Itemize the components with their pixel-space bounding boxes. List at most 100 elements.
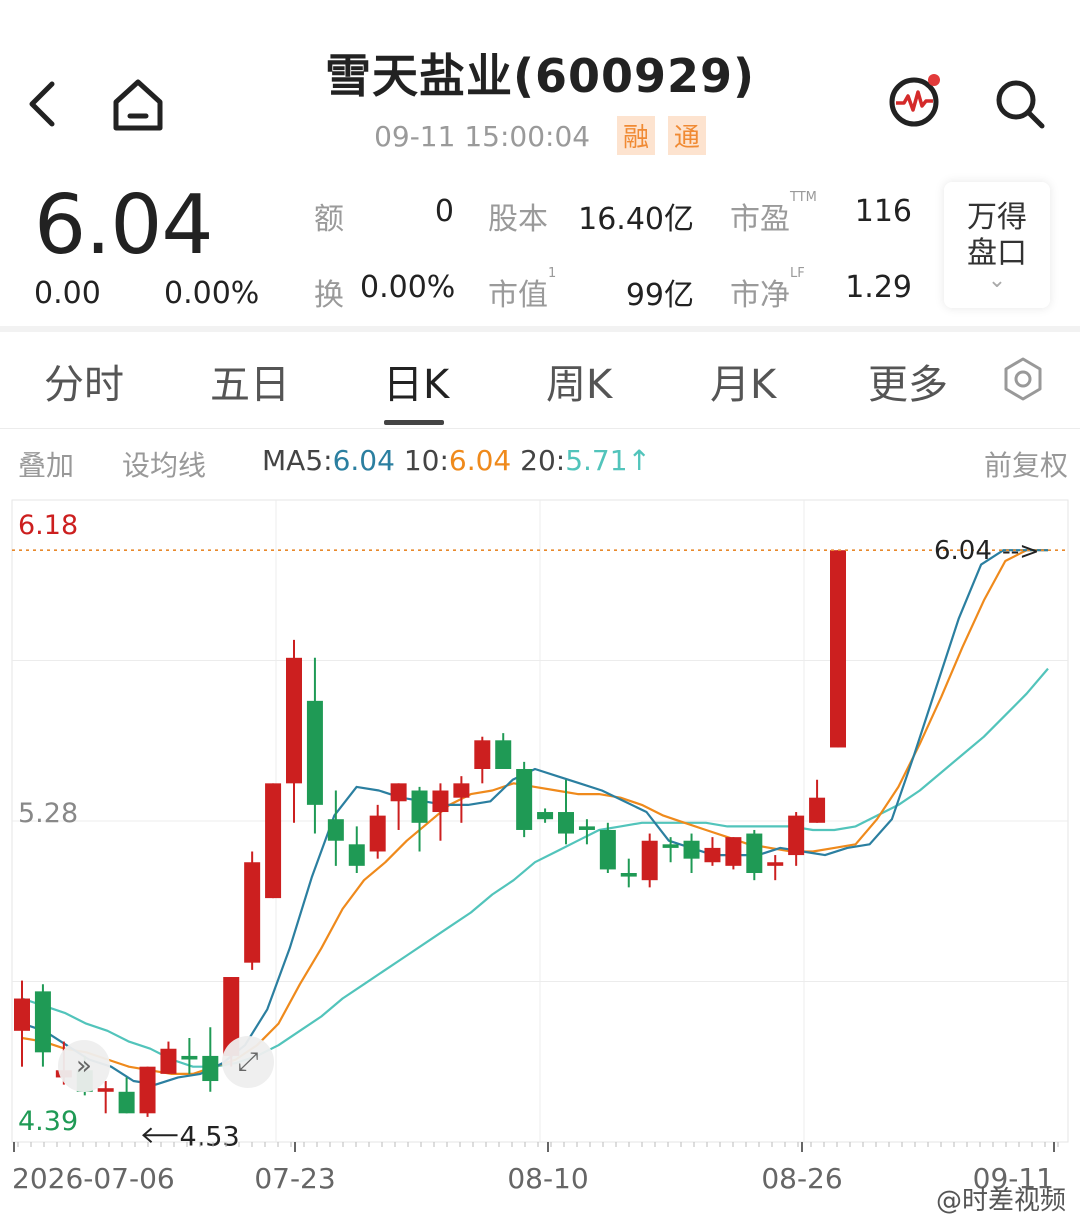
candle-body <box>809 797 826 823</box>
last-price-marker: 6.04 <box>934 536 992 566</box>
turnover-value: 0.00% <box>360 270 456 305</box>
price-change-pct: 0.00% <box>164 276 260 311</box>
ma-lines <box>21 549 1049 1086</box>
ma20-line <box>21 667 1049 1068</box>
candle-body <box>348 844 365 866</box>
x-axis-label: 2026-07-06 <box>12 1162 175 1195</box>
candle-body <box>432 790 449 813</box>
y-bottom-label: 4.39 <box>18 1106 78 1137</box>
candle-body <box>34 991 51 1053</box>
period-tabs: 分时 五日 日K 周K 月K 更多 <box>0 332 1080 428</box>
candle-body <box>474 740 491 769</box>
candles <box>14 550 846 1117</box>
tab-weekly-k[interactable]: 周K <box>546 352 612 410</box>
candle-body <box>14 998 30 1031</box>
active-tab-indicator <box>384 420 444 425</box>
overlay-button[interactable]: 叠加 <box>18 444 74 484</box>
candle-body <box>725 837 742 866</box>
fullscreen-button[interactable]: ⤢ <box>222 1036 274 1088</box>
tab-monthly-k[interactable]: 月K <box>710 352 776 410</box>
tab-more[interactable]: 更多 <box>868 352 948 410</box>
wind-button-line1: 万得 <box>967 200 1027 235</box>
mcap-value: 99亿 <box>625 278 694 313</box>
candle-body <box>139 1066 156 1114</box>
mcap-label: 市值1 <box>488 266 556 314</box>
expand-left-button[interactable]: » <box>58 1040 110 1092</box>
pe-label-text: 市盈 <box>730 202 790 237</box>
candle-body <box>788 815 805 856</box>
tab-intraday[interactable]: 分时 <box>44 352 124 410</box>
turnover-label: 换 <box>314 278 344 313</box>
candle-body <box>244 862 261 963</box>
candle-body <box>453 783 470 798</box>
last-price-arrow: --> <box>1002 537 1039 565</box>
kline-chart[interactable]: 6.18 5.28 4.39 6.04 --> 4.532026-07-06 07-23 08… <box>0 492 1080 1225</box>
wind-order-book-button[interactable]: 万得 盘口 ⌄ <box>944 182 1050 308</box>
candle-body <box>746 833 763 874</box>
ma-legend: MA5:6.04 10:6.04 20:5.71↑ <box>262 444 651 477</box>
ma-toolbar: 叠加 设均线 MA5:6.04 10:6.04 20:5.71↑ 前复权 <box>0 436 1080 492</box>
tab-five-day[interactable]: 五日 <box>210 352 290 410</box>
candle-body <box>516 768 533 830</box>
quote-datetime: 09-11 15:00:04 <box>374 120 591 153</box>
candle-body <box>327 819 344 841</box>
mcap-label-sup: 1 <box>548 266 557 281</box>
ma20-trend-arrow: ↑ <box>627 444 651 477</box>
pb-label: 市净LF <box>730 266 805 314</box>
candle-body <box>160 1048 177 1074</box>
search-icon[interactable] <box>992 76 1048 132</box>
candle-body <box>118 1091 135 1114</box>
candle-body <box>599 829 616 870</box>
mcap-label-text: 市值 <box>488 278 548 313</box>
price-change: 0.00 <box>34 276 101 311</box>
candle-body <box>181 1055 198 1060</box>
x-axis-label: 08-10 <box>507 1162 588 1195</box>
wind-button-line2: 盘口 <box>967 236 1027 271</box>
pe-label: 市盈TTM <box>730 190 817 238</box>
x-axis-label: 07-23 <box>254 1162 335 1195</box>
last-price: 6.04 <box>34 178 214 273</box>
amount-label: 额 <box>314 202 344 237</box>
tab-daily-k[interactable]: 日K <box>383 352 449 410</box>
min-price-marker: 4.53 <box>180 1121 240 1152</box>
candle-body <box>286 657 302 784</box>
ma20-label: 20: <box>520 444 566 477</box>
set-ma-button[interactable]: 设均线 <box>122 444 206 484</box>
pulse-icon[interactable] <box>886 70 946 130</box>
candle-body <box>578 826 595 830</box>
amount-value: 0 <box>434 194 454 229</box>
divider <box>0 428 1080 429</box>
candle-body <box>202 1055 219 1082</box>
candle-body <box>369 815 386 852</box>
margin-badge: 融 <box>616 116 655 155</box>
candle-body <box>537 812 554 820</box>
candle-body <box>558 812 574 834</box>
candle-body <box>390 783 407 802</box>
chart-grid <box>11 499 1069 1143</box>
pb-value: 1.29 <box>845 270 912 305</box>
x-axis-label: 08-26 <box>761 1162 842 1195</box>
candle-body <box>265 783 282 899</box>
candle-body <box>767 862 784 866</box>
pb-label-text: 市净 <box>730 278 790 313</box>
settings-icon[interactable] <box>998 354 1048 404</box>
pe-label-sup: TTM <box>790 190 817 205</box>
candle-body <box>306 700 323 805</box>
candle-body <box>620 873 637 877</box>
candle-body <box>830 550 846 748</box>
ma20-value: 5.71 <box>565 444 628 477</box>
ma5-label: MA5: <box>262 444 333 477</box>
candle-body <box>683 840 700 859</box>
y-top-label: 6.18 <box>18 510 78 541</box>
share-cap-value: 16.40亿 <box>578 202 694 237</box>
watermark: @时差视频 <box>935 1186 1066 1216</box>
chevron-down-icon: ⌄ <box>987 268 1007 293</box>
ma5-line <box>21 549 1048 1086</box>
ma10-value: 6.04 <box>448 444 512 477</box>
price-adjust-button[interactable]: 前复权 <box>984 444 1068 484</box>
candle-body <box>662 844 679 848</box>
pb-label-sup: LF <box>790 266 805 281</box>
candle-body <box>704 847 721 863</box>
y-mid-label: 5.28 <box>18 798 78 829</box>
connect-badge: 通 <box>667 116 706 155</box>
